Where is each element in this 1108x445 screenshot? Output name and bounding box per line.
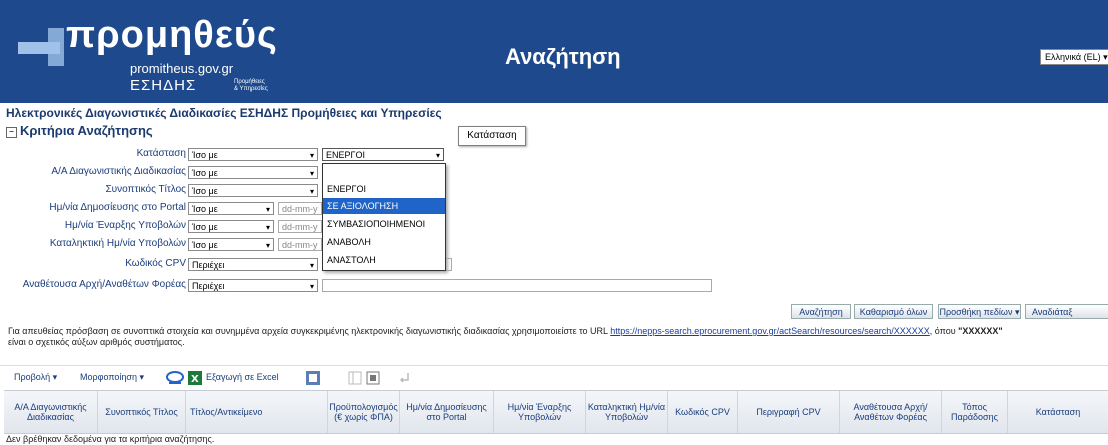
criteria-row-end-date: Καταληκτική Ημ/νία Υποβολών [0, 236, 186, 252]
publish-date-operator-select[interactable]: Ίσο με ▾ [188, 202, 274, 215]
criteria-row-cpv: Κωδικός CPV [0, 256, 186, 272]
criteria-label: Α/Α Διαγωνιστικής Διαδικασίας [51, 166, 186, 177]
end-date-input[interactable]: dd-mm-y [278, 238, 322, 251]
column-header[interactable]: Ημ/νία Έναρξης Υποβολών [494, 391, 586, 433]
criteria-label: Συνοπτικός Τίτλος [105, 184, 186, 195]
page-title: Αναζήτηση [505, 44, 621, 69]
column-header[interactable]: Συνοπτικός Τίτλος [98, 391, 186, 433]
column-header[interactable]: Προϋπολογισμός (€ χωρίς ΦΠΑ) [328, 391, 400, 433]
start-date-input[interactable]: dd-mm-y [278, 220, 322, 233]
dropdown-option-contracted[interactable]: ΣΥΜΒΑΣΙΟΠΟΙΗΜΕΝΟΙ [323, 216, 445, 232]
search-button[interactable]: Αναζήτηση [791, 304, 851, 319]
chevron-down-icon: ▾ [265, 241, 270, 250]
dropdown-option-postponed[interactable]: ΑΝΑΒΟΛΗ [323, 234, 445, 250]
svg-text:X: X [191, 374, 199, 385]
id-operator-select[interactable]: Ίσο με ▾ [188, 166, 318, 179]
criteria-label: Ημ/νία Έναρξης Υποβολών [64, 220, 186, 231]
section-title: Ηλεκτρονικές Διαγωνιστικές Διαδικασίες Ε… [6, 106, 442, 120]
export-excel-button[interactable]: Εξαγωγή σε Excel [206, 372, 279, 382]
chevron-down-icon: ▾ [265, 223, 270, 232]
criteria-label: Καταληκτική Ημ/νία Υποβολών [49, 238, 186, 249]
chevron-down-icon: ▾ [309, 261, 314, 270]
criteria-row-id: Α/Α Διαγωνιστικής Διαδικασίας [0, 164, 186, 180]
publish-date-input[interactable]: dd-mm-y [278, 202, 322, 215]
detach-icon[interactable] [366, 371, 380, 385]
info-text: Για απευθείας πρόσβαση σε συνοπτικά στοι… [8, 326, 1003, 347]
tooltip: Κατάσταση [458, 126, 526, 146]
language-select[interactable]: Ελληνικά (EL) ▾ [1040, 49, 1108, 65]
criteria-row-publish-date: Ημ/νία Δημοσίευσης στο Portal [0, 200, 186, 216]
direct-url-link[interactable]: https://nepps-search.eprocurement.gov.gr… [610, 326, 930, 336]
criteria-row-status: Κατάσταση [0, 146, 186, 162]
dropdown-option-evaluation[interactable]: ΣΕ ΑΞΙΟΛΟΓΗΣΗ [323, 198, 445, 214]
column-header[interactable]: Κωδικός CPV [668, 391, 738, 433]
authority-operator-select[interactable]: Περιέχει ▾ [188, 279, 318, 292]
criteria-row-authority: Αναθέτουσα Αρχή/Αναθέτων Φορέας [0, 277, 186, 293]
view-menu[interactable]: Προβολή ▾ [14, 372, 57, 383]
reorder-button[interactable]: Αναδιάταξ [1025, 304, 1108, 319]
logo-url: promitheus.gov.gr [130, 61, 234, 76]
column-header[interactable]: Τίτλος/Αντικείμενο [186, 391, 328, 433]
criteria-label: Κατάσταση [136, 148, 186, 159]
cpv-operator-select[interactable]: Περιέχει ▾ [188, 258, 318, 271]
criteria-label: Αναθέτουσα Αρχή/Αναθέτων Φορέας [22, 279, 186, 290]
column-header[interactable]: Περιγραφή CPV [738, 391, 840, 433]
freeze-icon[interactable] [348, 371, 362, 385]
title-operator-select[interactable]: Ίσο με ▾ [188, 184, 318, 197]
chevron-down-icon: ▾ [309, 187, 314, 196]
status-dropdown-list[interactable]: ΕΝΕΡΓΟΙ ΣΕ ΑΞΙΟΛΟΓΗΣΗ ΣΥΜΒΑΣΙΟΠΟΙΗΜΕΝΟΙ … [322, 163, 446, 271]
filter-icon[interactable] [306, 371, 320, 385]
column-header[interactable]: Τόπος Παράδοσης [942, 391, 1008, 433]
format-menu[interactable]: Μορφοποίηση ▾ [80, 372, 144, 383]
criteria-label: Κωδικός CPV [125, 258, 186, 269]
chevron-down-icon: ▾ [309, 169, 314, 178]
dropdown-option-empty[interactable] [323, 166, 445, 182]
dropdown-option-suspended[interactable]: ΑΝΑΣΤΟΛΗ [323, 252, 445, 268]
status-operator-select[interactable]: Ίσο με ▾ [188, 148, 318, 161]
authority-input[interactable] [322, 279, 712, 292]
end-date-operator-select[interactable]: Ίσο με ▾ [188, 238, 274, 251]
clear-all-button[interactable]: Καθαρισμό όλων [854, 304, 933, 319]
wrap-icon[interactable] [398, 371, 412, 385]
chevron-down-icon: ▾ [309, 151, 314, 160]
excel-icon[interactable]: X [188, 371, 202, 385]
column-header[interactable]: Καταληκτική Ημ/νία Υποβολών [586, 391, 668, 433]
column-header[interactable]: Αναθέτουσα Αρχή/ Αναθέτων Φορέας [840, 391, 942, 433]
column-header[interactable]: Ημ/νία Δημοσίευσης στο Portal [400, 391, 494, 433]
logo-shape [48, 28, 64, 66]
chevron-down-icon: ▾ [52, 372, 58, 382]
collapse-icon[interactable]: − [6, 127, 17, 138]
chevron-down-icon: ▾ [139, 372, 145, 382]
logo-esidis: ΕΣΗΔΗΣ [130, 77, 197, 94]
criteria-label: Ημ/νία Δημοσίευσης στο Portal [49, 202, 186, 213]
add-fields-button[interactable]: Προσθήκη πεδίων ▾ [938, 304, 1021, 319]
no-data-message: Δεν βρέθηκαν δεδομένα για τα κριτήρια αν… [6, 434, 215, 444]
chevron-down-icon: ▾ [309, 282, 314, 291]
results-table-header: Α/Α Διαγωνιστικής Διαδικασίας Συνοπτικός… [4, 390, 1108, 434]
logo-text[interactable]: προμηθεύς [66, 14, 278, 57]
dropdown-option-active[interactable]: ΕΝΕΡΓΟΙ [323, 181, 445, 197]
column-header[interactable]: Κατάσταση [1008, 391, 1108, 433]
column-header[interactable]: Α/Α Διαγωνιστικής Διαδικασίας [4, 391, 98, 433]
chevron-down-icon: ▾ [265, 205, 270, 214]
status-value-select[interactable]: ΕΝΕΡΓΟΙ ▾ [322, 148, 444, 161]
criteria-row-start-date: Ημ/νία Έναρξης Υποβολών [0, 218, 186, 234]
start-date-operator-select[interactable]: Ίσο με ▾ [188, 220, 274, 233]
criteria-header[interactable]: − Κριτήρια Αναζήτησης [6, 123, 153, 138]
criteria-row-title: Συνοπτικός Τίτλος [0, 182, 186, 198]
chevron-down-icon: ▾ [435, 151, 440, 160]
chevron-down-icon: ▾ [1014, 307, 1020, 317]
search-results-icon[interactable] [166, 371, 184, 385]
results-toolbar: Προβολή ▾ Μορφοποίηση ▾ X Εξαγωγή σε Exc… [0, 365, 1108, 390]
header-banner: προμηθεύς promitheus.gov.gr ΕΣΗΔΗΣ Προμή… [0, 0, 1108, 103]
logo-esidis-subtitle: Προμήθειες & Υπηρεσίες [234, 79, 268, 92]
